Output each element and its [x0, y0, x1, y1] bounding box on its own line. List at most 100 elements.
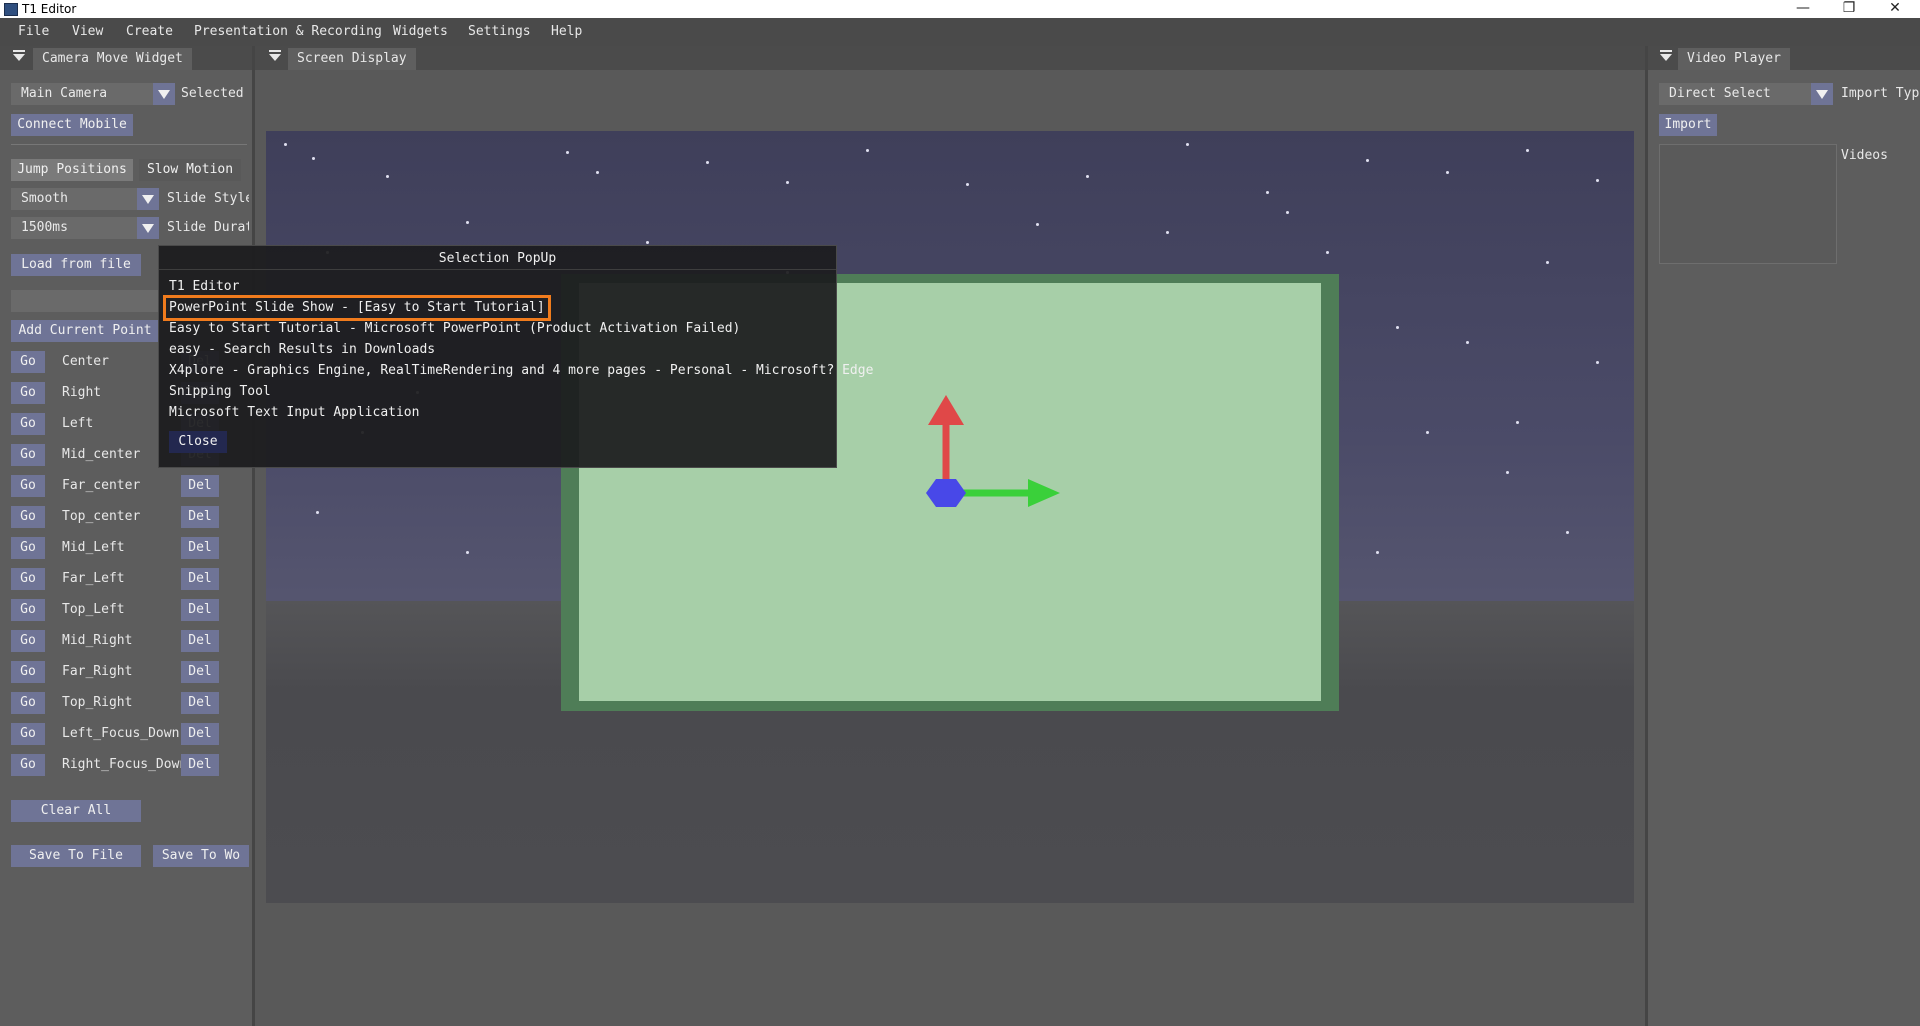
go-button-right-focus-down[interactable]: Go — [11, 754, 45, 776]
camera-select[interactable]: Main Camera — [11, 83, 175, 105]
go-button-mid-left[interactable]: Go — [11, 537, 45, 559]
go-button-mid-center[interactable]: Go — [11, 444, 45, 466]
point-label: Center — [62, 354, 109, 369]
panel-header: Camera Move Widget — [0, 46, 252, 70]
go-button-left-focus-down[interactable]: Go — [11, 723, 45, 745]
chevron-down-icon[interactable] — [137, 188, 159, 210]
save-to-wo-button[interactable]: Save To Wo — [153, 845, 249, 867]
star — [596, 171, 599, 174]
popup-list-item[interactable]: Snipping Tool — [169, 383, 271, 401]
selection-popup: Selection PopUp T1 Editor PowerPoint Slid… — [158, 245, 873, 468]
del-button-far-right[interactable]: Del — [181, 661, 219, 683]
go-button-top-right[interactable]: Go — [11, 692, 45, 714]
slide-style-value: Smooth — [21, 191, 68, 206]
divider — [11, 144, 247, 145]
star — [866, 149, 869, 152]
popup-list-item[interactable]: PowerPoint Slide Show - [Easy to Start T… — [163, 295, 551, 321]
star — [1326, 251, 1329, 254]
del-button-mid-left[interactable]: Del — [181, 537, 219, 559]
del-button-far-left[interactable]: Del — [181, 568, 219, 590]
star — [566, 151, 569, 154]
popup-list-item[interactable]: T1 Editor — [169, 278, 239, 296]
tab-camera-move-widget[interactable]: Camera Move Widget — [33, 48, 192, 70]
star — [646, 241, 649, 244]
save-to-file-button[interactable]: Save To File — [11, 845, 141, 867]
popup-close-button[interactable]: Close — [169, 431, 227, 453]
collapse-icon[interactable] — [269, 50, 281, 61]
slide-duration-select[interactable]: 1500ms — [11, 217, 159, 239]
star — [1506, 471, 1509, 474]
restore-button[interactable]: ❐ — [1826, 0, 1872, 18]
tab-screen-display[interactable]: Screen Display — [288, 48, 416, 70]
popup-list-item[interactable]: easy - Search Results in Downloads — [169, 341, 435, 359]
del-button-top-left[interactable]: Del — [181, 599, 219, 621]
transform-gizmo[interactable] — [906, 391, 1066, 521]
go-button-far-center[interactable]: Go — [11, 475, 45, 497]
slide-style-select[interactable]: Smooth — [11, 188, 159, 210]
menu-help[interactable]: Help — [551, 24, 582, 39]
popup-list-item[interactable]: Easy to Start Tutorial - Microsoft Power… — [169, 320, 740, 338]
go-button-top-center[interactable]: Go — [11, 506, 45, 528]
del-button-top-center[interactable]: Del — [181, 506, 219, 528]
collapse-icon[interactable] — [13, 50, 25, 61]
go-button-left[interactable]: Go — [11, 413, 45, 435]
go-button-top-left[interactable]: Go — [11, 599, 45, 621]
add-current-point-button[interactable]: Add Current Point — [11, 320, 159, 342]
del-button-mid-right[interactable]: Del — [181, 630, 219, 652]
star — [1166, 231, 1169, 234]
del-button-left-focus-down[interactable]: Del — [181, 723, 219, 745]
point-label: Right — [62, 385, 102, 400]
star — [1266, 191, 1269, 194]
video-select[interactable]: Direct Select — [1659, 83, 1833, 105]
menu-presentation-recording[interactable]: Presentation & Recording — [194, 24, 382, 39]
star — [966, 183, 969, 186]
del-button-far-center[interactable]: Del — [181, 475, 219, 497]
connect-mobile-button[interactable]: Connect Mobile — [11, 114, 133, 136]
point-label: Far_Left — [62, 571, 125, 586]
star — [1446, 171, 1449, 174]
gizmo-y-arrow-icon[interactable] — [928, 395, 964, 425]
clear-all-button[interactable]: Clear All — [11, 800, 141, 822]
tab-slow-motion[interactable]: Slow Motion — [139, 159, 241, 181]
collapse-icon[interactable] — [1660, 50, 1672, 61]
chevron-down-icon[interactable] — [153, 83, 175, 105]
menu-create[interactable]: Create — [126, 24, 173, 39]
popup-list-item[interactable]: X4plore - Graphics Engine, RealTimeRende… — [169, 362, 873, 380]
del-button-right-focus-down[interactable]: Del — [181, 754, 219, 776]
go-button-right[interactable]: Go — [11, 382, 45, 404]
video-select-value: Direct Select — [1669, 86, 1771, 101]
panel-header: Video Player — [1648, 46, 1920, 70]
star — [1566, 531, 1569, 534]
go-button-mid-right[interactable]: Go — [11, 630, 45, 652]
window-title-bar: T1 Editor — ❐ ✕ — [0, 0, 1920, 18]
go-button-far-left[interactable]: Go — [11, 568, 45, 590]
star — [284, 143, 287, 146]
camera-select-value: Main Camera — [21, 86, 108, 101]
selected-label: Selected — [181, 86, 244, 101]
menu-widgets[interactable]: Widgets — [393, 24, 448, 39]
star — [312, 157, 315, 160]
star — [1376, 551, 1379, 554]
chevron-down-icon[interactable] — [137, 217, 159, 239]
popup-list-item[interactable]: Microsoft Text Input Application — [169, 404, 419, 422]
del-button-top-right[interactable]: Del — [181, 692, 219, 714]
go-button-center[interactable]: Go — [11, 351, 45, 373]
menu-view[interactable]: View — [72, 24, 103, 39]
point-label: Top_Right — [62, 695, 133, 710]
tab-video-player[interactable]: Video Player — [1678, 48, 1790, 70]
import-button[interactable]: Import — [1659, 114, 1717, 136]
gizmo-x-arrow-icon[interactable] — [1028, 479, 1060, 507]
star — [1516, 421, 1519, 424]
go-button-far-right[interactable]: Go — [11, 661, 45, 683]
menu-settings[interactable]: Settings — [468, 24, 531, 39]
slide-style-label: Slide Style — [167, 191, 249, 206]
star — [1086, 175, 1089, 178]
chevron-down-icon[interactable] — [1811, 83, 1833, 105]
minimize-button[interactable]: — — [1780, 0, 1826, 18]
close-window-button[interactable]: ✕ — [1872, 0, 1918, 18]
menu-file[interactable]: File — [18, 24, 49, 39]
videos-list[interactable] — [1659, 144, 1837, 264]
tab-jump-positions[interactable]: Jump Positions — [11, 159, 133, 181]
load-from-file-button[interactable]: Load from file — [11, 254, 141, 276]
gizmo-center-handle[interactable] — [926, 479, 966, 507]
